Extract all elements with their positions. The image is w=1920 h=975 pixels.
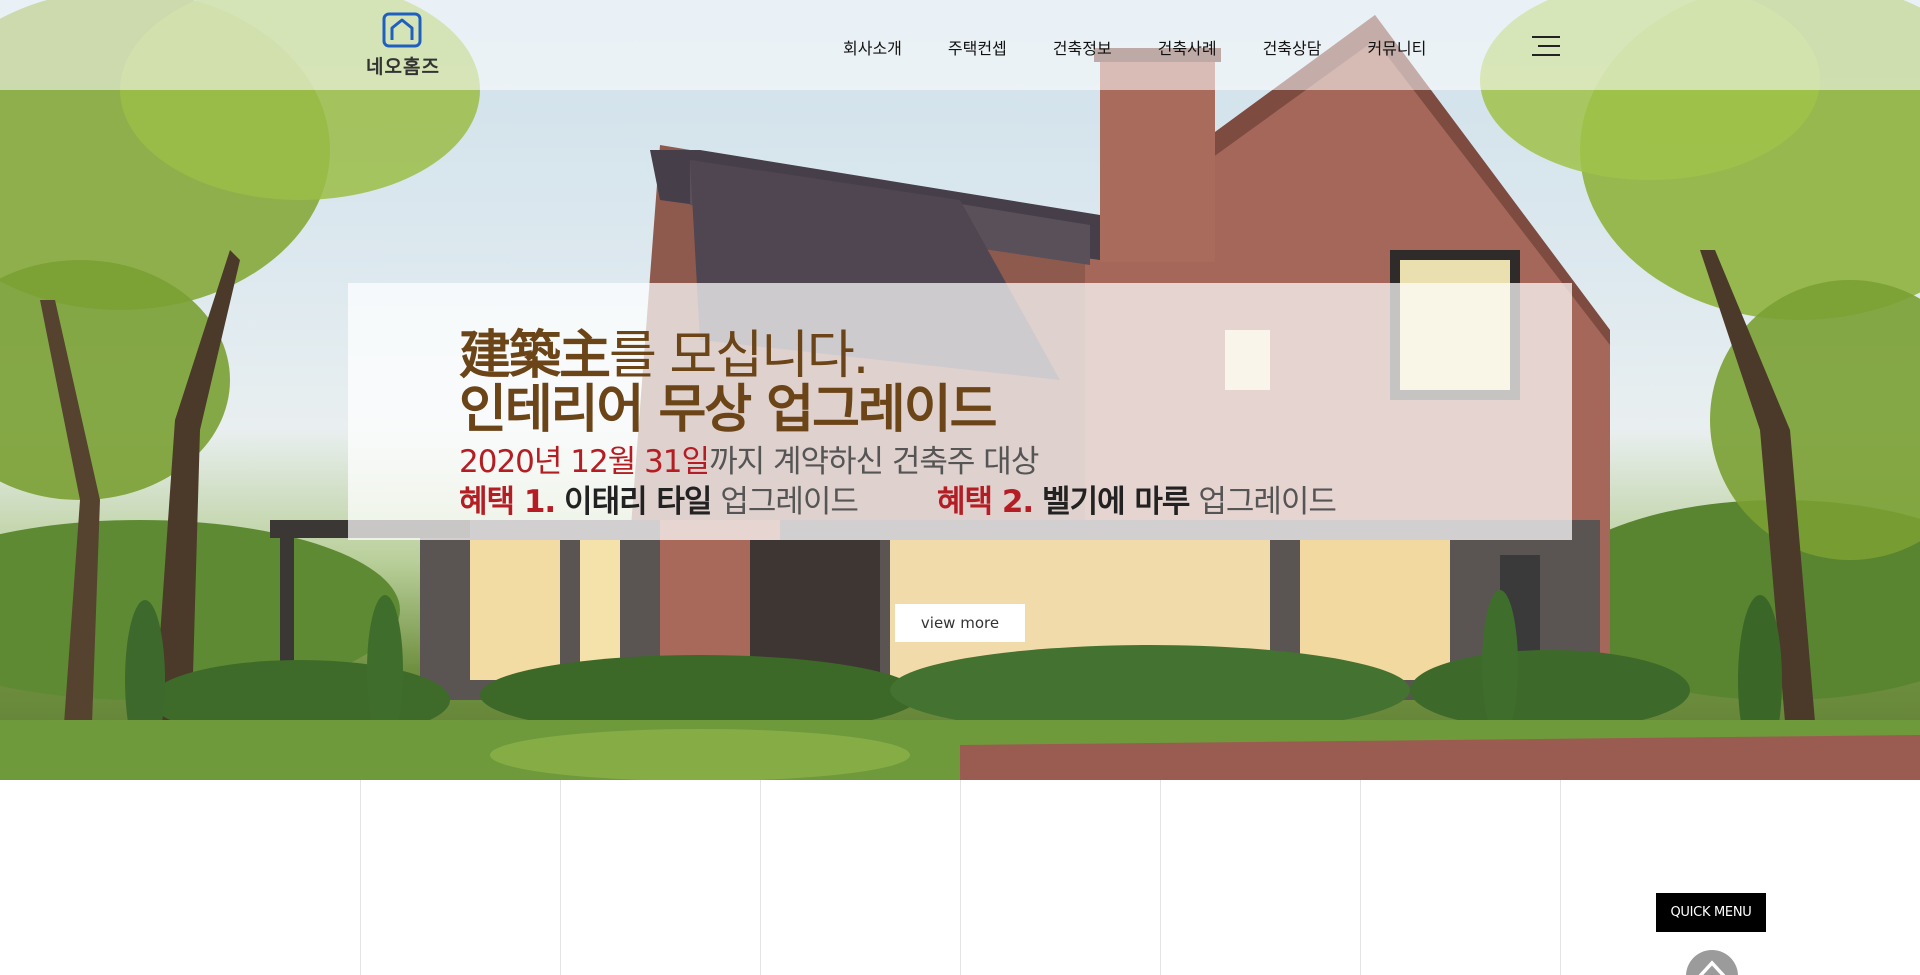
nav-item-consultation[interactable]: 건축상담 (1263, 35, 1322, 59)
hamburger-bar (1532, 36, 1560, 38)
house-icon (382, 12, 422, 48)
brand-name: 네오홈즈 (366, 56, 440, 78)
benefit-2-tag: 혜택 2. (937, 484, 1034, 520)
grid-divider (760, 780, 761, 975)
nav-item-house-concept[interactable]: 주택컨셉 (948, 35, 1007, 59)
nav-item-building-cases[interactable]: 건축사례 (1158, 35, 1217, 59)
hamburger-bar (1538, 45, 1560, 47)
benefit-1: 혜택 1. 이태리 타일 업그레이드 (459, 476, 859, 521)
benefit-2-item: 벨기에 마루 (1042, 484, 1190, 520)
promo-banner: 建築主를 모십니다. 인테리어 무상 업그레이드 2020년 12월 31일까지… (348, 283, 1572, 540)
nav-item-building-info[interactable]: 건축정보 (1053, 35, 1112, 59)
benefit-1-rest: 업그레이드 (720, 484, 859, 520)
quick-menu-button[interactable]: QUICK MENU (1656, 893, 1766, 932)
nav-item-company[interactable]: 회사소개 (843, 35, 902, 59)
benefit-1-tag: 혜택 1. (459, 484, 556, 520)
grid-divider (360, 780, 361, 975)
chevron-up-icon (1698, 960, 1726, 975)
site-logo[interactable]: 네오홈즈 (358, 10, 448, 80)
benefit-2-rest: 업그레이드 (1198, 484, 1337, 520)
grid-divider (960, 780, 961, 975)
nav-item-community[interactable]: 커뮤니티 (1367, 35, 1426, 59)
hamburger-menu-icon[interactable] (1532, 36, 1560, 56)
promo-date: 2020년 12월 31일 (459, 444, 710, 480)
promo-deadline: 2020년 12월 31일까지 계약하신 건축주 대상 (459, 436, 1039, 481)
grid-divider (1160, 780, 1161, 975)
promo-date-suffix: 까지 계약하신 건축주 대상 (709, 444, 1039, 480)
main-nav: 회사소개 주택컨셉 건축정보 건축사례 건축상담 커뮤니티 (843, 35, 1472, 59)
benefit-2: 혜택 2. 벨기에 마루 업그레이드 (937, 476, 1337, 521)
hamburger-bar (1532, 54, 1560, 56)
view-more-button[interactable]: view more (895, 604, 1025, 642)
grid-divider (560, 780, 561, 975)
benefit-1-item: 이태리 타일 (564, 484, 712, 520)
content-grid (0, 780, 1920, 975)
promo-headline-2: 인테리어 무상 업그레이드 (459, 380, 997, 440)
site-header: 네오홈즈 회사소개 주택컨셉 건축정보 건축사례 건축상담 커뮤니티 (0, 0, 1920, 90)
grid-divider (1560, 780, 1561, 975)
grid-divider (1360, 780, 1361, 975)
